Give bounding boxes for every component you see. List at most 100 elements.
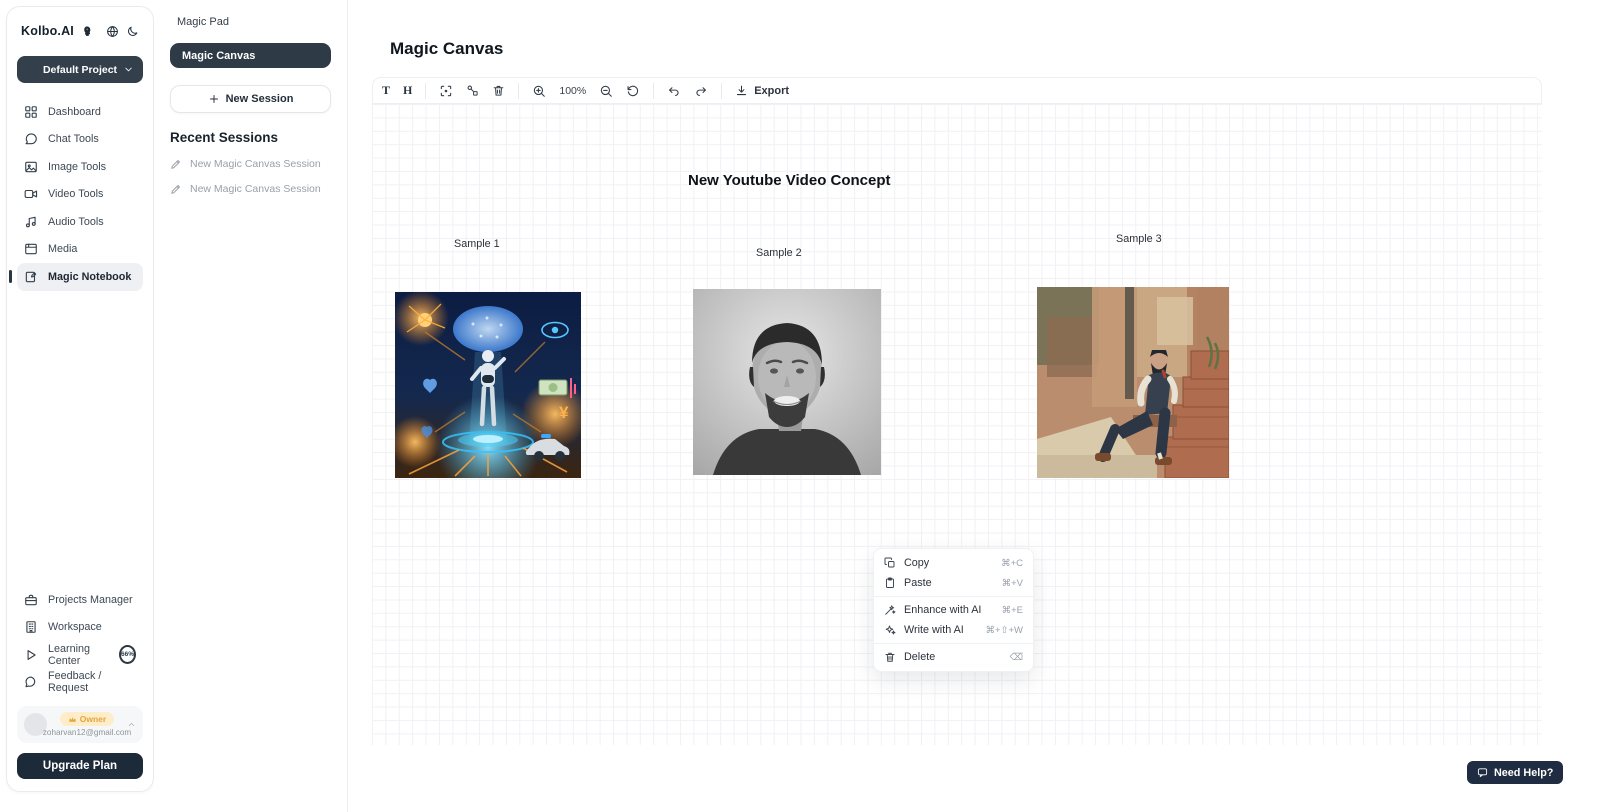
- sidebar-item-video-tools[interactable]: Video Tools: [17, 181, 143, 209]
- project-selector[interactable]: Default Project: [17, 56, 143, 83]
- need-help-button[interactable]: Need Help?: [1467, 761, 1563, 784]
- sidebar-item-label: Feedback / Request: [48, 670, 136, 694]
- recent-sessions-heading: Recent Sessions: [170, 130, 331, 145]
- flow-connector-tool-button[interactable]: [466, 84, 479, 97]
- sidebar-item-image-tools[interactable]: Image Tools: [17, 153, 143, 181]
- help-chat-icon: [1477, 767, 1488, 778]
- learning-progress-badge: 66%: [119, 645, 136, 664]
- context-menu-write-with-ai[interactable]: Write with AI ⌘+⇧+W: [874, 620, 1033, 640]
- sparkles-icon: [884, 624, 896, 636]
- page-title: Magic Canvas: [390, 39, 503, 59]
- sidebar-item-chat-tools[interactable]: Chat Tools: [17, 126, 143, 154]
- sample-3-label[interactable]: Sample 3: [1116, 233, 1162, 245]
- owner-badge: Owner: [60, 712, 114, 726]
- sample-2-label[interactable]: Sample 2: [756, 247, 802, 259]
- new-session-label: New Session: [226, 93, 294, 105]
- undo-icon: [667, 84, 681, 98]
- scan-select-icon: [439, 84, 453, 98]
- export-button[interactable]: Export: [735, 84, 789, 97]
- zoom-in-button[interactable]: [532, 84, 546, 98]
- shortcut-label: ⌫: [1010, 652, 1023, 663]
- sessions-panel: Magic Pad Magic Canvas New Session Recen…: [154, 0, 348, 812]
- language-globe-button[interactable]: [106, 25, 119, 38]
- toolbar-separator: [425, 83, 426, 99]
- ai-select-tool-button[interactable]: [439, 84, 453, 98]
- undo-button[interactable]: [667, 84, 681, 98]
- video-icon: [24, 187, 38, 201]
- rotate-ccw-icon: [626, 84, 640, 98]
- context-menu-paste[interactable]: Paste ⌘+V: [874, 573, 1033, 593]
- sidebar-item-audio-tools[interactable]: Audio Tools: [17, 208, 143, 236]
- context-menu-delete[interactable]: Delete ⌫: [874, 647, 1033, 667]
- heading-tool-button[interactable]: H: [403, 83, 412, 98]
- canvas-title-text[interactable]: New Youtube Video Concept: [688, 172, 891, 189]
- sample-image-3[interactable]: [1037, 287, 1229, 478]
- redo-button[interactable]: [694, 84, 708, 98]
- upgrade-plan-button[interactable]: Upgrade Plan: [17, 753, 143, 779]
- sidebar-item-feedback[interactable]: Feedback / Request: [17, 669, 143, 697]
- context-menu-enhance-with-ai[interactable]: Enhance with AI ⌘+E: [874, 600, 1033, 620]
- sample-image-1[interactable]: ¥: [395, 292, 581, 478]
- shortcut-label: ⌘+E: [1002, 605, 1023, 616]
- sidebar-item-label: Video Tools: [48, 188, 103, 200]
- need-help-label: Need Help?: [1494, 767, 1553, 779]
- pencil-icon: [170, 158, 182, 170]
- sidebar-item-label: Projects Manager: [48, 594, 133, 606]
- sidebar-item-label: Audio Tools: [48, 216, 104, 228]
- dashboard-icon: [24, 105, 38, 119]
- new-session-button[interactable]: New Session: [170, 85, 331, 113]
- context-menu-copy[interactable]: Copy ⌘+C: [874, 553, 1033, 573]
- copy-icon: [884, 557, 896, 569]
- crown-icon: [68, 715, 77, 724]
- recent-session-item[interactable]: New Magic Canvas Session: [170, 183, 331, 195]
- building-icon: [24, 620, 38, 634]
- user-account-card[interactable]: Owner zoharvan12@gmail.com: [17, 706, 143, 743]
- canvas-toolbar: T H 100% Export: [372, 77, 1542, 104]
- feedback-icon: [24, 675, 38, 689]
- moon-icon: [126, 25, 139, 38]
- context-menu-divider: [874, 596, 1033, 597]
- delete-tool-button[interactable]: [492, 84, 505, 97]
- context-menu: Copy ⌘+C Paste ⌘+V Enhance with AI ⌘+E W…: [873, 548, 1034, 672]
- toolbar-separator: [653, 83, 654, 99]
- trash-icon: [492, 84, 505, 97]
- sidebar-nav: Dashboard Chat Tools Image Tools Video T…: [17, 98, 143, 291]
- shortcut-label: ⌘+C: [1001, 558, 1023, 569]
- briefcase-icon: [24, 593, 38, 607]
- zoom-out-button[interactable]: [599, 84, 613, 98]
- session-item-label: New Magic Canvas Session: [190, 183, 321, 195]
- sidebar-item-media[interactable]: Media: [17, 236, 143, 264]
- sidebar-item-label: Chat Tools: [48, 133, 99, 145]
- sample-image-2[interactable]: [693, 289, 881, 475]
- sidebar-item-dashboard[interactable]: Dashboard: [17, 98, 143, 126]
- media-icon: [24, 242, 38, 256]
- magic-pad-item[interactable]: Magic Pad: [170, 14, 331, 30]
- sidebar-item-workspace[interactable]: Workspace: [17, 614, 143, 642]
- project-selector-label: Default Project: [43, 64, 117, 76]
- zoom-in-icon: [532, 84, 546, 98]
- sample-1-label[interactable]: Sample 1: [454, 238, 500, 250]
- pencil-icon: [170, 183, 182, 195]
- recent-session-item[interactable]: New Magic Canvas Session: [170, 158, 331, 170]
- zoom-out-icon: [599, 84, 613, 98]
- sidebar-item-label: Learning Center: [48, 643, 107, 667]
- notebook-icon: [24, 270, 38, 284]
- image-icon: [24, 160, 38, 174]
- man-on-ruins-illustration: [1037, 287, 1229, 478]
- sidebar: Kolbo.AI Default Project Dashboard Chat …: [6, 6, 154, 792]
- wand-icon: [884, 604, 896, 616]
- text-tool-button[interactable]: T: [382, 83, 390, 98]
- sidebar-item-learning-center[interactable]: Learning Center 66%: [17, 641, 143, 669]
- reset-view-button[interactable]: [626, 84, 640, 98]
- export-label: Export: [754, 85, 789, 97]
- redo-icon: [694, 84, 708, 98]
- chevron-up-icon: [127, 720, 136, 729]
- dark-mode-button[interactable]: [126, 25, 139, 38]
- sidebar-item-magic-notebook[interactable]: Magic Notebook: [17, 263, 143, 291]
- toolbar-separator: [518, 83, 519, 99]
- magic-canvas-item-active[interactable]: Magic Canvas: [170, 43, 331, 68]
- paste-icon: [884, 577, 896, 589]
- brand-logo: Kolbo.AI: [21, 24, 74, 38]
- svg-text:¥: ¥: [559, 403, 569, 422]
- sidebar-item-projects-manager[interactable]: Projects Manager: [17, 586, 143, 614]
